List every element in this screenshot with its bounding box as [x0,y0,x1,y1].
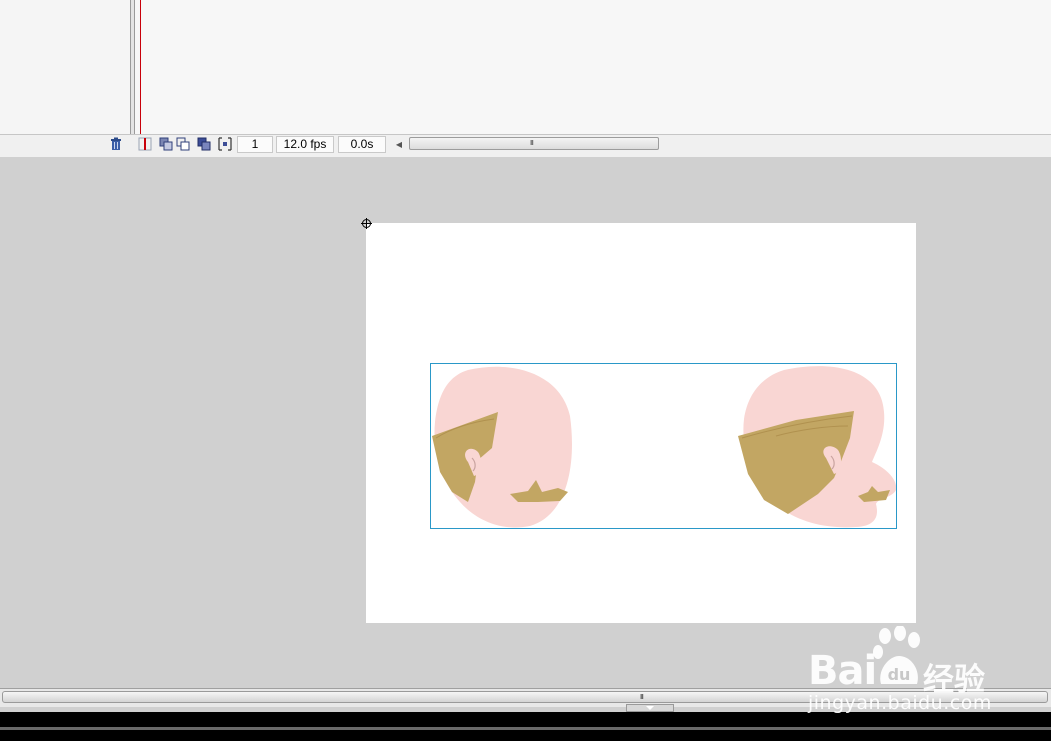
scroll-grip: III [640,694,644,701]
chevron-down-icon [646,706,654,710]
onion-skin-icon[interactable] [159,137,173,151]
scroll-grip: III [530,140,534,147]
timeline-scroll-thumb[interactable]: III [409,137,659,150]
watermark: Bai du 经验 jingyan.baidu.com [805,624,1005,719]
timeline-toolbar: 1 12.0 fps 0.0s ◀ III [0,134,1051,157]
watermark-url: jingyan.baidu.com [808,692,992,714]
frame-rate-field[interactable]: 12.0 fps [276,136,334,153]
layers-area[interactable] [0,0,130,134]
center-frame-icon[interactable] [138,137,152,151]
svg-text:du: du [888,665,911,684]
timeline-panel: 1 12.0 fps 0.0s ◀ III [0,0,1051,157]
current-frame-field: 1 [237,136,273,153]
modify-onion-markers-icon[interactable] [218,137,232,151]
registration-point-icon [361,218,372,229]
scroll-left-arrow-icon[interactable]: ◀ [394,138,404,152]
edit-multiple-frames-icon[interactable] [197,137,211,151]
bottom-stripe [0,727,1051,730]
elapsed-time-field: 0.0s [338,136,386,153]
onion-skin-outline-icon[interactable] [176,137,190,151]
panel-collapse-tab[interactable] [626,704,674,712]
paw-icon: du [873,626,920,684]
watermark-brand: Bai [808,648,877,694]
playhead-line[interactable] [140,0,141,138]
frames-area[interactable] [135,0,1051,134]
selection-bounding-box[interactable] [430,363,897,529]
trash-icon[interactable] [109,137,123,151]
